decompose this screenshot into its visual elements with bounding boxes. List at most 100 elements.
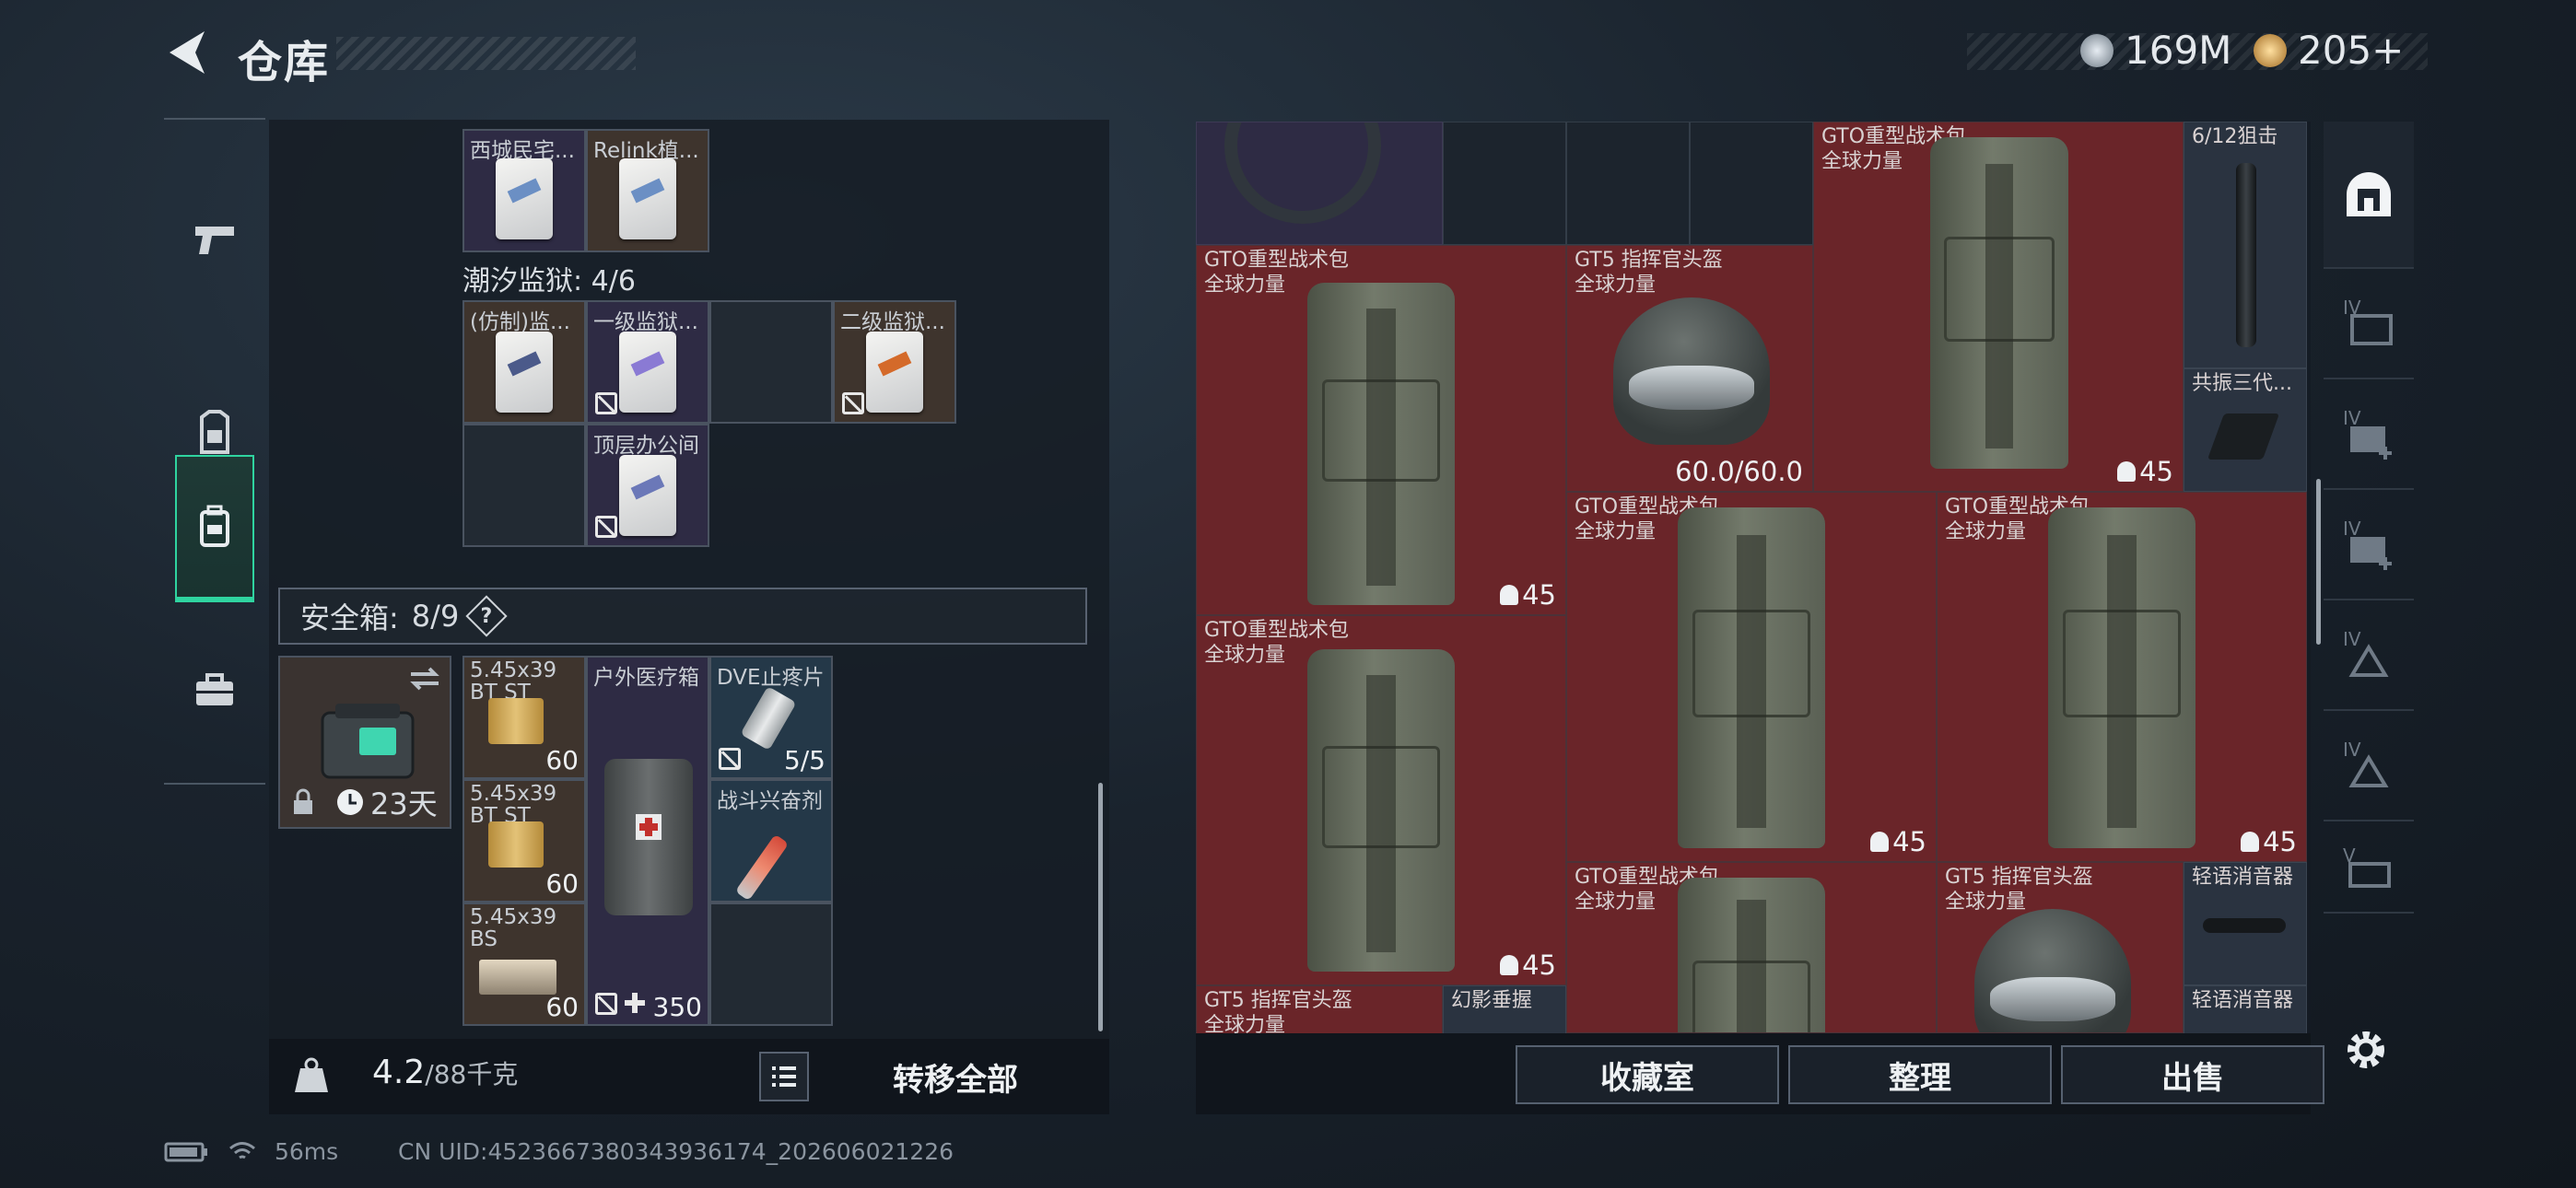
- inventory-slot-empty[interactable]: [1443, 122, 1566, 245]
- item-gto-backpack[interactable]: GTO重型战术包 全球力量 45: [1196, 245, 1566, 615]
- transfer-all-button[interactable]: 转移全部: [831, 1048, 1080, 1105]
- inventory-slot[interactable]: 一级监狱...: [586, 300, 709, 424]
- backpack-icon: [1678, 507, 1825, 848]
- inventory-slot-empty[interactable]: [709, 903, 833, 1026]
- ammo-slot[interactable]: 5.45x39 BT ST 60: [463, 779, 586, 903]
- ammo-case-iv-icon: IV: [2343, 628, 2389, 677]
- sell-button[interactable]: 出售: [2061, 1045, 2324, 1104]
- item-gto-backpack[interactable]: GTO重型战术包 全球力量 45: [1813, 122, 2184, 492]
- ammo-case-iv-icon: IV: [2343, 739, 2389, 787]
- inventory-slot-empty[interactable]: [709, 300, 833, 424]
- help-icon[interactable]: ?: [465, 595, 508, 637]
- plus-icon: [625, 993, 645, 1013]
- medcase-iv-icon: IV: [2343, 407, 2392, 460]
- inventory-grid: GTO重型战术包 全球力量 45 6/12狙击 共振三代... GTO重型战术包全…: [1196, 122, 2311, 1033]
- item-gto-backpack[interactable]: GTO重型战术包 全球力量: [1566, 862, 1937, 1033]
- ping-readout: 56ms: [275, 1138, 339, 1165]
- ghost-icon: [2117, 461, 2137, 482]
- inventory-slot[interactable]: 顶层办公间: [586, 424, 709, 547]
- silver-coin-icon: [2080, 33, 2113, 67]
- keycard-icon: [866, 332, 923, 413]
- backpack-icon: [1307, 283, 1455, 605]
- container-tabs: IV IV IV IV IV V: [2324, 122, 2414, 1033]
- item-suppressor[interactable]: 轻语消音器: [2184, 985, 2307, 1033]
- tab-container-v[interactable]: V: [2324, 821, 2414, 914]
- tab-stash[interactable]: [2324, 122, 2414, 269]
- gold-coin-icon: [2254, 33, 2287, 67]
- scrollbar[interactable]: [1098, 783, 1103, 1031]
- backpack-icon: [200, 505, 229, 547]
- category-tabs: [164, 118, 265, 785]
- tab-backpack[interactable]: [175, 455, 254, 602]
- inventory-slot-empty[interactable]: [1566, 122, 1690, 245]
- list-icon: [772, 1066, 796, 1087]
- swap-icon[interactable]: [407, 665, 442, 693]
- tab-container-iv-5[interactable]: IV: [2324, 711, 2414, 821]
- tab-toolbox[interactable]: [175, 635, 254, 746]
- armor-icon: [200, 410, 229, 454]
- item-scope[interactable]: 6/12狙击: [2184, 122, 2307, 368]
- page-title: 仓库: [238, 37, 331, 88]
- weight-bar: 4.2 /88千克 转移全部: [269, 1039, 1109, 1114]
- backpack-icon: [1678, 878, 1825, 1032]
- item-gt5-helmet[interactable]: GT5 指挥官头盔 全球力量: [1937, 862, 2184, 1033]
- tab-container-iv-1[interactable]: IV: [2324, 269, 2414, 379]
- backpack-icon: [1930, 137, 2068, 469]
- item-gt5-helmet[interactable]: GT5 指挥官头盔 全球力量 60.0/60.0: [1566, 245, 1813, 492]
- safe-timer: 23天: [335, 781, 438, 823]
- tab-container-iv-3[interactable]: IV: [2324, 490, 2414, 600]
- stimulant-slot[interactable]: 战斗兴奋剂: [709, 779, 833, 903]
- inventory-slot[interactable]: Relink植...: [586, 129, 709, 252]
- currency-gold[interactable]: 205+: [2254, 28, 2404, 73]
- medkit-slot[interactable]: 户外医疗箱 350: [586, 656, 709, 1026]
- item-gto-backpack[interactable]: GTO重型战术包 全球力量 45: [1566, 492, 1937, 862]
- list-view-button[interactable]: [759, 1052, 809, 1101]
- inventory-slot[interactable]: 二级监狱...: [833, 300, 956, 424]
- syringe-icon: [734, 833, 790, 901]
- inventory-slot[interactable]: (仿制)监...: [463, 300, 586, 424]
- tab-container-iv-4[interactable]: IV: [2324, 600, 2414, 711]
- ammo-slot[interactable]: 5.45x39 BT ST 60: [463, 656, 586, 779]
- scrollbar[interactable]: [2316, 479, 2321, 645]
- item-gto-backpack[interactable]: GTO重型战术包 全球力量 45: [1196, 615, 1566, 985]
- tab-container-iv-2[interactable]: IV: [2324, 379, 2414, 490]
- backpack-icon: [1307, 649, 1455, 972]
- item-foregrip[interactable]: 幻影垂握: [1443, 985, 1566, 1033]
- saw-icon: [1224, 122, 1381, 224]
- keycard-icon: [496, 332, 553, 413]
- safe-box-container[interactable]: 23天: [278, 656, 451, 829]
- no-insure-icon: [842, 392, 864, 414]
- ammo-icon: [488, 821, 544, 868]
- inventory-slot-empty[interactable]: [1690, 122, 1813, 245]
- weight-readout: 4.2 /88千克: [372, 1054, 519, 1091]
- uid-label: CN UID:4523667380343936174_202606021226: [398, 1138, 954, 1165]
- item-gt5-helmet[interactable]: GT5 指挥官头盔 全球力量: [1196, 985, 1443, 1033]
- medkit-icon: [604, 759, 693, 915]
- item-grip[interactable]: 共振三代...: [2184, 368, 2307, 492]
- item-suppressor[interactable]: 轻语消音器: [2184, 862, 2307, 985]
- svg-text:IV: IV: [2343, 518, 2361, 540]
- tab-weapons[interactable]: [175, 184, 254, 295]
- keycard-icon: [619, 455, 676, 536]
- settings-button[interactable]: [2340, 1024, 2392, 1076]
- title-decoration: [336, 37, 636, 70]
- ammo-slot[interactable]: 5.45x39 BS 60: [463, 903, 586, 1026]
- ghost-icon: [1870, 832, 1890, 852]
- inventory-slot-empty[interactable]: [463, 424, 586, 547]
- lock-icon: [294, 788, 312, 814]
- back-button[interactable]: [164, 28, 210, 77]
- collection-room-button[interactable]: 收藏室: [1516, 1045, 1779, 1104]
- backpack-icon: [2048, 507, 2195, 848]
- keycard-icon: [619, 158, 676, 239]
- painkiller-slot[interactable]: DVE止疼片 5/5: [709, 656, 833, 779]
- item-gto-backpack[interactable]: GTO重型战术包 全球力量 45: [1937, 492, 2307, 862]
- medcase-iv-icon: IV: [2343, 518, 2392, 570]
- sort-button[interactable]: 整理: [1788, 1045, 2052, 1104]
- inventory-slot[interactable]: [1196, 122, 1443, 245]
- pill-bottle-icon: [740, 686, 797, 751]
- battery-icon: [164, 1142, 207, 1161]
- currency-silver[interactable]: 169M: [2080, 28, 2231, 73]
- back-arrow-icon: [170, 31, 205, 74]
- inventory-slot[interactable]: 西城民宅...: [463, 129, 586, 252]
- svg-text:IV: IV: [2343, 628, 2361, 650]
